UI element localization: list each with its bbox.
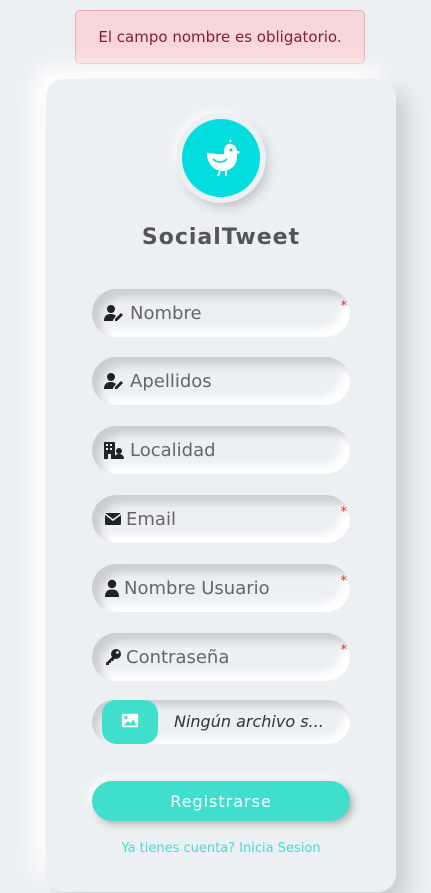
required-marker: * <box>340 505 348 520</box>
username-field[interactable]: * <box>92 564 350 612</box>
image-icon <box>121 713 139 732</box>
nombre-field[interactable]: * <box>92 289 350 337</box>
register-card: SocialTweet * <box>46 79 396 892</box>
user-edit-icon <box>104 372 124 390</box>
localidad-field[interactable] <box>92 426 350 474</box>
required-marker: * <box>340 643 348 658</box>
brand-name: SocialTweet <box>141 225 301 250</box>
file-name-label: Ningún archivo s... <box>174 712 324 731</box>
register-button[interactable]: Registrarse <box>92 781 350 821</box>
bird-icon <box>179 116 263 200</box>
nombre-input[interactable] <box>130 289 330 337</box>
username-input[interactable] <box>124 564 324 612</box>
email-field[interactable]: * <box>92 495 350 543</box>
password-field[interactable]: * <box>92 633 350 681</box>
error-alert-text: El campo nombre es obligatorio. <box>98 28 342 46</box>
required-marker: * <box>340 574 348 589</box>
file-choose-button[interactable] <box>102 700 158 744</box>
envelope-icon <box>104 510 124 528</box>
apellidos-input[interactable] <box>130 357 330 405</box>
email-input[interactable] <box>126 495 326 543</box>
password-input[interactable] <box>126 633 326 681</box>
required-marker: * <box>340 299 348 314</box>
key-icon <box>104 648 124 666</box>
apellidos-field[interactable] <box>92 357 350 405</box>
user-edit-icon <box>104 304 124 322</box>
user-icon <box>104 579 124 597</box>
photo-file-input[interactable]: Ningún archivo s... <box>92 700 350 744</box>
error-alert: El campo nombre es obligatorio. <box>75 10 365 64</box>
localidad-input[interactable] <box>130 426 330 474</box>
building-icon <box>104 441 124 459</box>
login-link[interactable]: Ya tienes cuenta? Inicia Sesion <box>46 841 396 856</box>
